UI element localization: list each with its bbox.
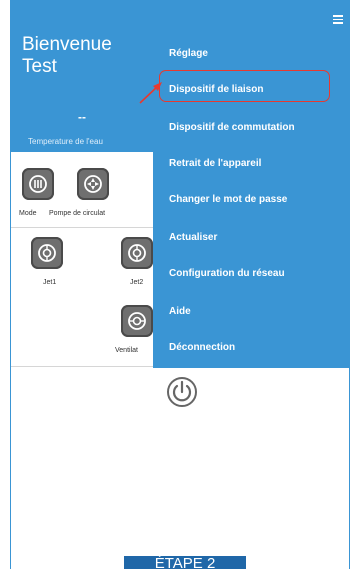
welcome-text: Bienvenue xyxy=(22,34,112,55)
section-divider xyxy=(11,366,153,367)
jet1-label: Jet1 xyxy=(43,279,57,286)
hamburger-menu-icon[interactable] xyxy=(333,15,343,26)
temperature-label: Temperature de l'eau xyxy=(28,137,103,146)
menu-item-actualiser[interactable]: Actualiser xyxy=(169,232,217,243)
mode-icon xyxy=(29,175,47,193)
jet-icon xyxy=(38,244,56,262)
jet-icon xyxy=(128,244,146,262)
power-icon[interactable] xyxy=(166,376,198,408)
menu-item-changer-mot-de-passe[interactable]: Changer le mot de passe xyxy=(169,194,287,205)
jet2-label: Jet2 xyxy=(130,279,144,286)
step-label: ÉTAPE 2 xyxy=(124,556,246,569)
mode-label: Mode xyxy=(19,210,37,217)
pump-label: Pompe de circulat xyxy=(49,210,106,217)
jet1-button[interactable] xyxy=(31,237,63,269)
temperature-value: -- xyxy=(78,110,86,124)
mode-button[interactable] xyxy=(22,168,54,200)
menu-item-dispositif-commutation[interactable]: Dispositif de commutation xyxy=(169,122,295,133)
fan-button[interactable] xyxy=(121,305,153,337)
menu-item-retrait-appareil[interactable]: Retrait de l'appareil xyxy=(169,158,261,169)
red-arrow-annotation xyxy=(139,82,162,104)
user-name: Test xyxy=(22,56,57,77)
menu-item-configuration-reseau[interactable]: Configuration du réseau xyxy=(169,268,285,279)
fan-icon xyxy=(128,312,146,330)
menu-item-reglage[interactable]: Réglage xyxy=(169,48,208,59)
fan-label: Ventilat xyxy=(115,347,138,354)
pump-button[interactable] xyxy=(77,168,109,200)
menu-item-deconnection[interactable]: Déconnection xyxy=(169,342,235,353)
menu-item-aide[interactable]: Aide xyxy=(169,306,191,317)
jet2-button[interactable] xyxy=(121,237,153,269)
pump-icon xyxy=(84,175,102,193)
row-divider xyxy=(11,227,153,228)
highlight-box xyxy=(159,70,330,102)
